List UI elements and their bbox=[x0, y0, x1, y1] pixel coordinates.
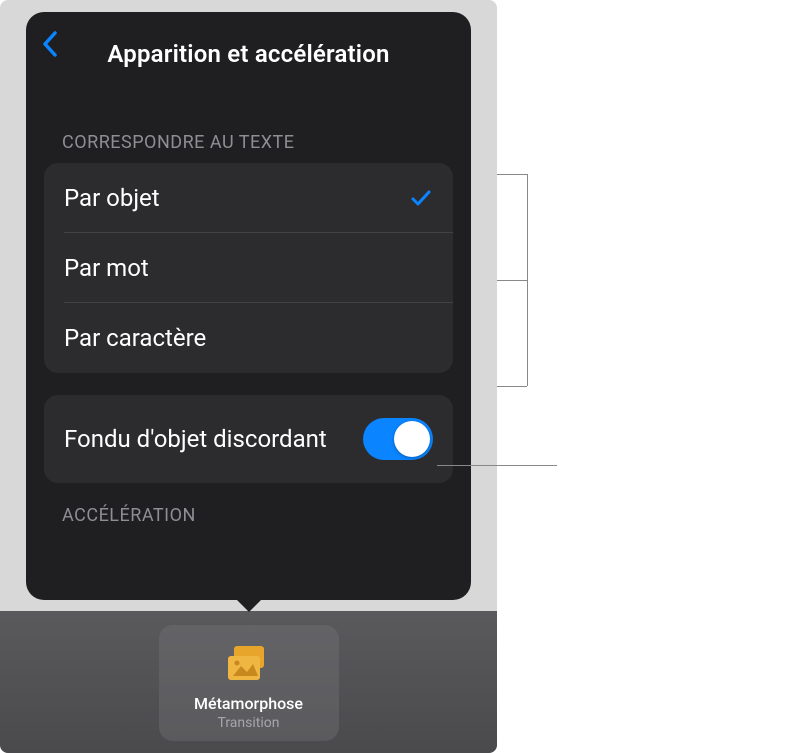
callout-line bbox=[437, 465, 557, 466]
callout-line bbox=[527, 174, 528, 386]
settings-panel: Apparition et accélération Correspondre … bbox=[26, 12, 471, 600]
transition-subtitle: Transition bbox=[218, 715, 280, 731]
back-button[interactable] bbox=[41, 30, 59, 66]
photos-icon bbox=[225, 646, 273, 686]
acceleration-header: Accélération bbox=[26, 505, 471, 526]
option-label: Par mot bbox=[64, 254, 149, 282]
checkmark-icon bbox=[409, 186, 433, 210]
callout-line bbox=[497, 386, 527, 387]
toggle-knob bbox=[394, 421, 430, 457]
option-by-word[interactable]: Par mot bbox=[44, 233, 453, 303]
option-by-character[interactable]: Par caractère bbox=[44, 303, 453, 373]
match-text-options: Par objet Par mot Par caractère bbox=[44, 163, 453, 373]
transition-button[interactable]: Métamorphose Transition bbox=[159, 625, 339, 741]
option-label: Par objet bbox=[64, 184, 160, 212]
option-label: Par caractère bbox=[64, 324, 206, 352]
panel-title: Apparition et accélération bbox=[44, 40, 453, 68]
option-by-object[interactable]: Par objet bbox=[44, 163, 453, 233]
callout-line bbox=[497, 174, 527, 175]
fade-toggle[interactable] bbox=[363, 418, 433, 460]
fade-unmatched-row: Fondu d'objet discordant bbox=[44, 395, 453, 483]
fade-label: Fondu d'objet discordant bbox=[64, 424, 363, 454]
callout-line bbox=[497, 280, 527, 281]
transition-name: Métamorphose bbox=[194, 694, 303, 713]
match-text-header: Correspondre au texte bbox=[26, 132, 471, 153]
